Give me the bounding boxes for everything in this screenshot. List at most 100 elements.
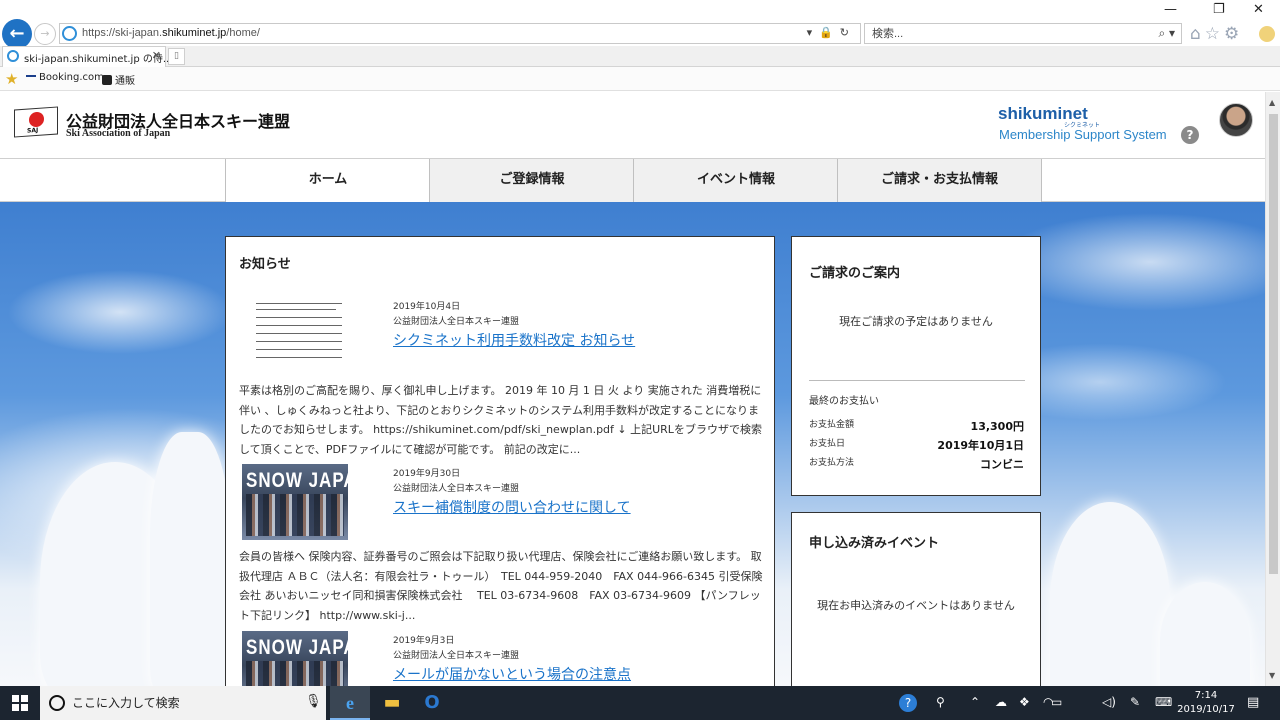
divider bbox=[809, 380, 1025, 381]
news-thumbnail-snow-japan[interactable]: SNOW JAPAN bbox=[242, 464, 369, 540]
nav-registration[interactable]: ご登録情報 bbox=[429, 159, 634, 202]
help-icon[interactable]: ? bbox=[899, 694, 917, 712]
browser-search[interactable]: ⌕ ▾ bbox=[864, 23, 1182, 44]
news-body: 平素は格別のご高配を賜り、厚く御礼申し上げます。 2019 年 10 月 1 日… bbox=[239, 384, 762, 456]
address-bar[interactable]: https://ski-japan.shikuminet.jp/home/ ▾🔒… bbox=[59, 23, 861, 44]
new-tab-icon: ▯ bbox=[174, 51, 179, 61]
help-icon[interactable]: ? bbox=[1181, 126, 1199, 144]
taskbar-search[interactable]: 🎙 bbox=[40, 686, 326, 720]
site-header: SAJ 公益財団法人全日本スキー連盟 Ski Association of Ja… bbox=[0, 92, 1265, 158]
browser-search-input[interactable] bbox=[865, 24, 1125, 43]
ie-page-icon bbox=[62, 26, 77, 41]
new-tab-button[interactable]: ▯ bbox=[168, 48, 185, 65]
news-thumbnail-snow-japan[interactable]: SNOW JAPAN bbox=[242, 631, 369, 686]
cloud-icon[interactable]: ☁ bbox=[995, 695, 1007, 709]
taskbar-search-input[interactable] bbox=[72, 694, 292, 712]
battery-icon[interactable]: ▭ bbox=[1051, 695, 1062, 709]
feedback-smile-icon[interactable] bbox=[1259, 26, 1275, 42]
billing-none-message: 現在ご請求の予定はありません bbox=[839, 315, 993, 328]
favorite-tsuhan[interactable]: 通販 bbox=[102, 72, 135, 87]
minimize-button[interactable]: — bbox=[1164, 2, 1177, 17]
pay-date-value: 2019年10月1日 bbox=[937, 439, 1024, 452]
search-icon[interactable]: ⌕ ▾ bbox=[1158, 26, 1175, 41]
arrow-left-icon: ← bbox=[9, 23, 25, 44]
snow-tree bbox=[1160, 582, 1250, 686]
events-title: 申し込み済みイベント bbox=[809, 536, 940, 551]
keyboard-icon[interactable]: ⌨ bbox=[1155, 695, 1172, 709]
cortana-icon bbox=[49, 695, 65, 711]
doc-line bbox=[256, 317, 342, 318]
vertical-scrollbar[interactable]: ▲ ▼ bbox=[1265, 92, 1280, 686]
forward-button[interactable]: → bbox=[34, 23, 56, 45]
last-payment-title: 最終のお支払い bbox=[809, 396, 879, 407]
chevron-up-icon[interactable]: ⌃ bbox=[970, 695, 980, 709]
doc-line bbox=[256, 309, 336, 310]
system-clock[interactable]: 7:14 2019/10/17 bbox=[1176, 689, 1236, 717]
snow-tree bbox=[1050, 502, 1170, 686]
amount-label: お支払金額 bbox=[809, 420, 855, 430]
clock-time: 7:14 bbox=[1194, 690, 1218, 701]
file-explorer-icon[interactable]: ▬ bbox=[372, 686, 412, 720]
news-link[interactable]: メールが届かないという場合の注意点 bbox=[393, 664, 631, 684]
pay-method-value: コンビニ bbox=[980, 458, 1024, 471]
favorite-booking[interactable]: Booking.com bbox=[26, 72, 104, 83]
billing-card: ご請求のご案内 現在ご請求の予定はありません 最終のお支払い お支払金額 13,… bbox=[791, 236, 1041, 496]
close-window-button[interactable]: ✕ bbox=[1253, 2, 1264, 17]
volume-icon[interactable]: ◁) bbox=[1102, 695, 1116, 709]
booking-icon bbox=[26, 75, 36, 77]
doc-line bbox=[256, 341, 342, 342]
browser-tab[interactable]: ski-japan.shikuminet.jp の侍... ✕ bbox=[2, 46, 172, 67]
home-favorites-settings-icons[interactable]: ⌂☆⚙ bbox=[1190, 24, 1243, 44]
news-link[interactable]: スキー補償制度の問い合わせに関して bbox=[393, 497, 631, 517]
tab-close-icon[interactable]: ✕ bbox=[152, 49, 161, 62]
dropbox-icon[interactable]: ❖ bbox=[1019, 695, 1030, 709]
doc-line bbox=[256, 303, 342, 304]
snow-tree bbox=[150, 432, 230, 686]
thumb-people bbox=[246, 494, 344, 536]
news-org: 公益財団法人全日本スキー連盟 bbox=[393, 484, 520, 494]
microphone-icon[interactable]: 🎙 bbox=[305, 694, 322, 709]
address-tools[interactable]: ▾🔒↻ bbox=[807, 26, 856, 39]
news-date: 2019年9月3日 bbox=[393, 636, 455, 646]
outlook-icon[interactable]: O bbox=[412, 686, 452, 720]
tab-strip: ski-japan.shikuminet.jp の侍... ✕ ▯ bbox=[0, 46, 1280, 67]
news-link[interactable]: シクミネット利用手数料改定 お知らせ bbox=[393, 330, 635, 350]
url-text[interactable]: https://ski-japan.shikuminet.jp/home/ bbox=[82, 27, 260, 39]
news-date: 2019年9月30日 bbox=[393, 469, 461, 479]
news-thumbnail-document[interactable] bbox=[246, 295, 352, 371]
nav-home[interactable]: ホーム bbox=[225, 159, 430, 202]
back-button[interactable]: ← bbox=[2, 19, 32, 49]
tab-label: ski-japan.shikuminet.jp の侍... bbox=[24, 54, 173, 65]
thumb-title: SNOW JAPAN bbox=[246, 468, 370, 492]
people-icon[interactable]: ⚲ bbox=[936, 695, 945, 709]
saj-logo[interactable]: SAJ bbox=[14, 106, 58, 138]
news-card: お知らせ 2019年10月4日 公益財団法人全日本スキー連盟 シクミネット利用手… bbox=[225, 236, 775, 686]
main-nav: ホーム ご登録情報 イベント情報 ご請求・お支払情報 bbox=[0, 158, 1265, 202]
favorites-bar: ★ Booking.com 通販 bbox=[0, 67, 1280, 91]
amazon-icon bbox=[102, 75, 112, 85]
nav-events[interactable]: イベント情報 bbox=[633, 159, 838, 202]
news-body: 会員の皆様へ 保険内容、証券番号のご照会は下記取り扱い代理店、保険会社にご連絡お… bbox=[239, 550, 763, 622]
nav-billing[interactable]: ご請求・お支払情報 bbox=[837, 159, 1042, 202]
edge-app-icon[interactable]: e bbox=[330, 686, 370, 720]
favorites-star-icon[interactable]: ★ bbox=[5, 70, 18, 88]
pay-date-label: お支払日 bbox=[809, 439, 846, 449]
scroll-up-icon[interactable]: ▲ bbox=[1269, 98, 1275, 107]
pen-icon[interactable]: ✎ bbox=[1130, 695, 1140, 709]
doc-line bbox=[256, 333, 342, 334]
scroll-down-icon[interactable]: ▼ bbox=[1269, 671, 1275, 680]
system-name: Membership Support System bbox=[999, 127, 1167, 142]
events-card: 申し込み済みイベント 現在お申込済みのイベントはありません bbox=[791, 512, 1041, 686]
avatar[interactable] bbox=[1219, 103, 1253, 137]
browser-toolbar: — ❐ ✕ ← → https://ski-japan.shikuminet.j… bbox=[0, 0, 1280, 49]
saj-logo-text: SAJ bbox=[27, 126, 39, 135]
windows-start-icon[interactable] bbox=[12, 695, 28, 711]
news-title: お知らせ bbox=[239, 257, 291, 272]
news-org: 公益財団法人全日本スキー連盟 bbox=[393, 651, 520, 661]
amount-value: 13,300円 bbox=[970, 420, 1024, 433]
restore-button[interactable]: ❐ bbox=[1213, 2, 1225, 17]
doc-line bbox=[256, 325, 342, 326]
scroll-thumb[interactable] bbox=[1269, 114, 1278, 574]
clock-date: 2019/10/17 bbox=[1177, 704, 1235, 715]
notification-icon[interactable]: ▤ bbox=[1247, 695, 1259, 710]
